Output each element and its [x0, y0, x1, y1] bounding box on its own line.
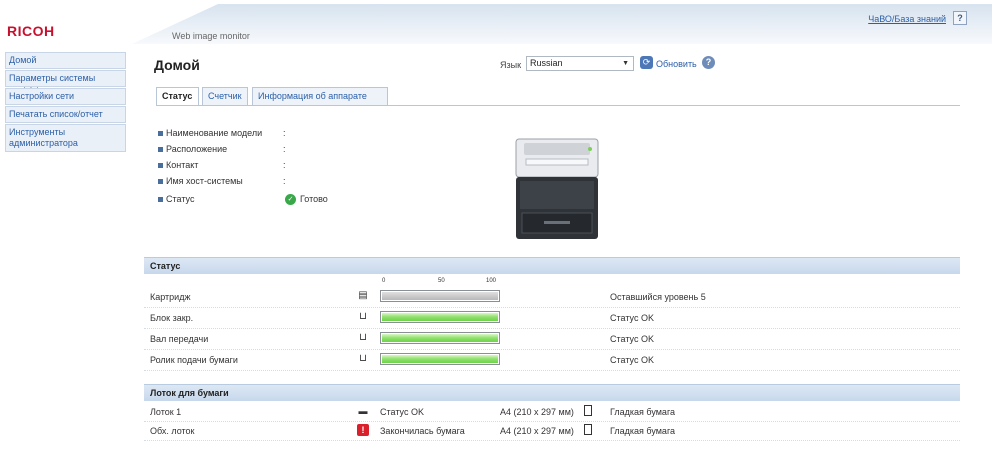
sidebar-item-home[interactable]: Домой	[5, 52, 126, 69]
question-icon[interactable]: ?	[702, 56, 715, 69]
info-colon: :	[283, 128, 286, 138]
tab-status[interactable]: Статус	[156, 87, 199, 106]
level-fill	[382, 313, 498, 321]
table-row: Лоток 1 ▬ Статус OK A4 (210 x 297 мм) Гл…	[144, 403, 960, 422]
status-value: Готово	[300, 194, 328, 204]
bullet-icon	[158, 131, 163, 136]
consumable-name: Вал передачи	[150, 334, 209, 344]
sidebar-item-system-settings[interactable]: Параметры системы	[5, 70, 126, 87]
bullet-icon	[158, 147, 163, 152]
scale-label-0: 0	[382, 278, 386, 284]
info-colon: :	[283, 160, 286, 170]
level-bar	[380, 311, 500, 323]
scale-label-50: 50	[438, 278, 445, 284]
tray-paper-type: Гладкая бумага	[610, 407, 676, 417]
consumable-name: Картридж	[150, 292, 191, 302]
consumable-status: Статус OK	[610, 355, 654, 365]
help-icon[interactable]: ?	[953, 11, 967, 25]
table-row: Вал передачи ⊔ Статус OK	[144, 329, 960, 350]
info-colon: :	[283, 144, 286, 154]
bullet-icon	[158, 197, 163, 202]
info-label-location: Расположение	[166, 144, 228, 154]
tray-status: Закончилась бумага	[380, 426, 465, 436]
info-colon: :	[283, 176, 286, 186]
tab-device-info[interactable]: Информация об аппарате	[252, 87, 388, 106]
tab-counter[interactable]: Счетчик	[202, 87, 248, 106]
level-fill	[382, 334, 498, 342]
tray-name: Лоток 1	[150, 407, 182, 417]
info-row: Статус ✓ Готово	[158, 194, 378, 207]
consumable-name: Блок закр.	[150, 313, 194, 323]
tray-paper-size: A4 (210 x 297 мм)	[500, 407, 574, 417]
unit-icon: ⊔	[359, 311, 367, 322]
language-label: Язык	[500, 60, 522, 70]
table-row: Картридж ▤ Оставшийся уровень 5	[144, 287, 960, 308]
tray-section-header: Лоток для бумаги	[144, 384, 960, 401]
consumable-status: Оставшийся уровень 5	[610, 292, 706, 302]
sidebar-item-print-report[interactable]: Печатать список/отчет	[5, 106, 126, 123]
header-band	[132, 4, 992, 44]
info-label-hostname: Имя хост-системы	[166, 176, 243, 186]
paper-orientation-icon	[584, 405, 592, 416]
tray-ok-icon: ▬	[358, 406, 368, 416]
chevron-down-icon: ▼	[622, 60, 629, 67]
bullet-icon	[158, 179, 163, 184]
printer-icon	[515, 138, 599, 239]
tray-status: Статус OK	[380, 407, 424, 417]
level-bar	[380, 353, 500, 365]
printer-image	[512, 133, 602, 243]
language-select[interactable]: Russian ▼	[526, 56, 634, 71]
info-label-status: Статус	[166, 194, 195, 204]
tray-paper-size: A4 (210 x 297 мм)	[500, 426, 574, 436]
consumable-name: Ролик подачи бумаги	[150, 355, 238, 365]
main-content: Домой Язык Russian ▼ ⟳ Обновить ? Статус…	[134, 44, 960, 449]
sidebar: Домой Параметры системы Настройки сети П…	[5, 52, 126, 153]
refresh-button[interactable]: Обновить	[656, 59, 697, 69]
tray-name: Обх. лоток	[150, 426, 195, 436]
toner-icon: ▤	[358, 290, 368, 301]
bullet-icon	[158, 163, 163, 168]
faq-link[interactable]: ЧаВО/База знаний	[868, 14, 946, 24]
ricoh-logo: RICOH	[7, 23, 55, 39]
level-bar	[380, 290, 500, 302]
consumable-status: Статус OK	[610, 334, 654, 344]
sidebar-item-admin-tools[interactable]: Инструменты администратора	[5, 124, 126, 152]
unit-icon: ⊔	[359, 353, 367, 364]
table-row: Ролик подачи бумаги ⊔ Статус OK	[144, 350, 960, 371]
level-fill	[382, 355, 498, 363]
table-row: Обх. лоток ! Закончилась бумага A4 (210 …	[144, 422, 960, 441]
tray-paper-type: Гладкая бумага	[610, 426, 676, 436]
sidebar-item-network-settings[interactable]: Настройки сети	[5, 88, 126, 105]
scale-label-100: 100	[486, 278, 497, 284]
paper-orientation-icon	[584, 424, 592, 435]
tab-divider	[156, 105, 960, 106]
refresh-icon[interactable]: ⟳	[640, 56, 653, 69]
unit-icon: ⊔	[359, 332, 367, 343]
level-fill	[382, 292, 498, 300]
status-section-header: Статус	[144, 257, 960, 274]
table-row: Блок закр. ⊔ Статус OK	[144, 308, 960, 329]
consumable-status: Статус OK	[610, 313, 654, 323]
level-bar	[380, 332, 500, 344]
language-value: Russian	[530, 58, 563, 68]
page-title: Домой	[154, 57, 200, 73]
app-subtitle: Web image monitor	[172, 31, 250, 41]
ready-icon: ✓	[285, 194, 296, 205]
tray-empty-icon: !	[357, 424, 369, 436]
info-label-contact: Контакт	[166, 160, 199, 170]
header: RICOH Web image monitor ЧаВО/База знаний…	[0, 0, 992, 98]
info-label-model: Наименование модели	[166, 128, 263, 138]
